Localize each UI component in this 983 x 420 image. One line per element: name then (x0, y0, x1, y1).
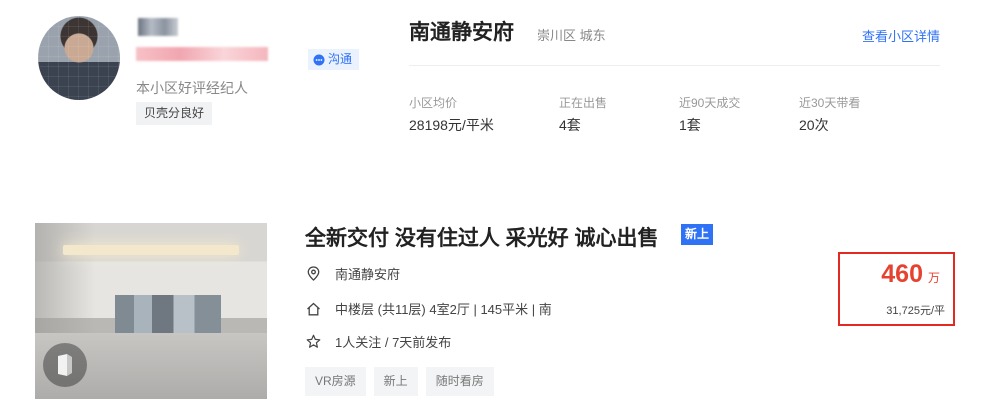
listing-community-row: 南通静安府 (305, 264, 400, 283)
listing-follow-row: 1人关注 / 7天前发布 (305, 332, 451, 351)
total-price-value: 460 (881, 260, 923, 288)
agent-card: 本小区好评经纪人 贝壳分良好 沟通 (0, 0, 380, 150)
stat-visits-30d: 近30天带看 20次 (799, 94, 860, 135)
stat-value: 28198元/平米 (409, 117, 494, 133)
agent-title: 本小区好评经纪人 (136, 80, 248, 96)
stat-deals-90d: 近90天成交 1套 (679, 94, 740, 135)
listing-tags: VR房源 新上 随时看房 (305, 367, 494, 396)
agent-avatar[interactable] (38, 16, 120, 100)
price-box: 460 万 31,725元/平 (838, 252, 955, 326)
stat-label: 近30天带看 (799, 96, 861, 110)
community-panel: 南通静安府 崇川区 城东 查看小区详情 小区均价 28198元/平米 正在出售 … (409, 14, 940, 144)
listing-title[interactable]: 全新交付 没有住过人 采光好 诚心出售 (305, 222, 659, 252)
chat-bubble-icon (313, 54, 325, 66)
new-listing-badge: 新上 (681, 224, 714, 245)
community-detail-link[interactable]: 查看小区详情 (862, 26, 940, 45)
listing-house-row: 中楼层 (共11层) 4室2厅 | 145平米 | 南 (305, 299, 552, 318)
listing-photo[interactable] (35, 223, 267, 399)
stat-avg-price: 小区均价 28198元/平米 (409, 94, 494, 135)
listing-house-info: 中楼层 (共11层) 4室2厅 | 145平米 | 南 (335, 302, 552, 317)
agent-phone-redacted (136, 47, 268, 61)
listing-tag: VR房源 (305, 367, 366, 396)
community-area: 崇川区 城东 (537, 28, 606, 43)
stat-on-sale: 正在出售 4套 (559, 94, 607, 135)
stat-label: 近90天成交 (679, 96, 741, 110)
house-icon (305, 301, 321, 317)
chat-button[interactable]: 沟通 (308, 49, 360, 70)
divider (409, 65, 940, 66)
chat-button-label: 沟通 (328, 52, 353, 66)
listing-community-name[interactable]: 南通静安府 (335, 264, 400, 283)
community-name[interactable]: 南通静安府 (409, 16, 514, 46)
agent-score-badge: 贝壳分良好 (136, 102, 213, 125)
stat-value: 4套 (559, 117, 581, 133)
listing-follow-info: 1人关注 / 7天前发布 (335, 335, 452, 350)
stat-label: 小区均价 (409, 96, 458, 110)
agent-name-redacted (138, 18, 178, 36)
stat-value: 20次 (799, 117, 829, 133)
stat-label: 正在出售 (559, 96, 608, 110)
listing-tag: 随时看房 (425, 367, 494, 396)
unit-price: 31,725元/平 (886, 305, 945, 317)
location-pin-icon (305, 266, 321, 282)
total-price: 460 万 (881, 260, 940, 289)
stat-value: 1套 (679, 117, 701, 133)
total-price-unit: 万 (927, 271, 940, 285)
star-icon (305, 334, 321, 350)
listing-tag: 新上 (373, 367, 418, 396)
vr-icon[interactable] (43, 343, 87, 387)
